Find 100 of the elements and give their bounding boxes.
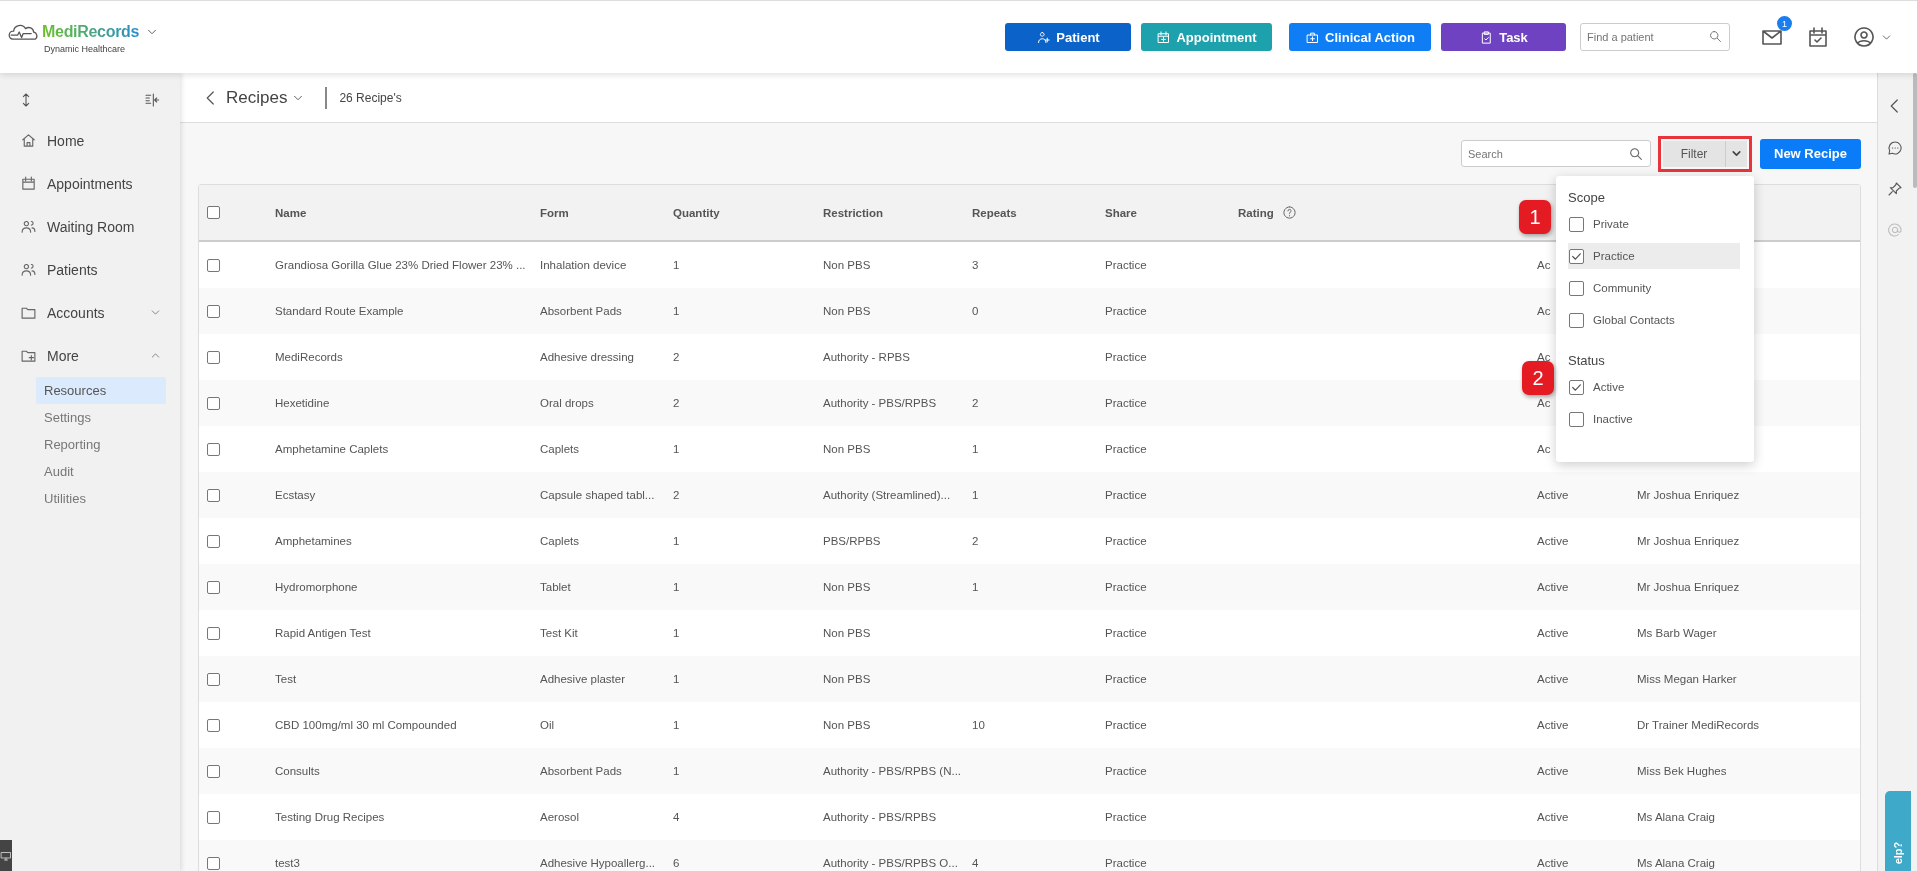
sidebar-subitem[interactable]: Utilities bbox=[36, 485, 166, 512]
option-checkbox[interactable] bbox=[1569, 216, 1584, 232]
sidebar-subitem[interactable]: Settings bbox=[36, 404, 166, 431]
table-cell: Rapid Antigen Test bbox=[275, 627, 371, 639]
table-cell: Mr Joshua Enriquez bbox=[1637, 581, 1740, 593]
sidebar-subitem[interactable]: Reporting bbox=[36, 431, 166, 458]
search-icon bbox=[1708, 29, 1723, 44]
row-checkbox[interactable] bbox=[207, 580, 220, 594]
row-checkbox[interactable] bbox=[207, 810, 220, 824]
sidebar-subitem[interactable]: Audit bbox=[36, 458, 166, 485]
table-cell: Mr Joshua Enriquez bbox=[1637, 535, 1740, 547]
table-cell: Authority - PBS/RPBS (N... bbox=[823, 765, 962, 777]
sidebar-item[interactable]: Patients bbox=[0, 248, 180, 291]
table-cell: 1 bbox=[673, 673, 680, 685]
table-cell: Adhesive plaster bbox=[540, 673, 626, 685]
collapse-menu-icon[interactable] bbox=[144, 92, 160, 108]
chat-bubble-icon[interactable] bbox=[1886, 140, 1903, 156]
option-checkbox[interactable] bbox=[1569, 411, 1584, 427]
table-cell: test3 bbox=[275, 857, 300, 869]
dropdown-caret-button[interactable] bbox=[1725, 140, 1747, 167]
table-cell: Non PBS bbox=[823, 305, 871, 317]
scrollbar-thumb[interactable] bbox=[1913, 73, 1917, 188]
person-plus-icon bbox=[1036, 29, 1052, 45]
filter-option[interactable]: Practice bbox=[1568, 243, 1740, 269]
table-cell: Practice bbox=[1105, 397, 1147, 409]
table-cell: MediRecords bbox=[275, 351, 343, 363]
table-cell: 2 bbox=[673, 397, 680, 409]
filter-button[interactable]: Filter bbox=[1663, 140, 1725, 167]
option-checkbox[interactable] bbox=[1569, 248, 1584, 264]
table-cell: Practice bbox=[1105, 627, 1147, 639]
table-cell: Non PBS bbox=[823, 443, 871, 455]
column-header[interactable]: Name bbox=[275, 206, 307, 219]
table-cell: Authority - RPBS bbox=[823, 351, 910, 363]
table-cell: Practice bbox=[1105, 857, 1147, 869]
table-cell: 1 bbox=[673, 581, 680, 593]
table-cell: Active bbox=[1537, 719, 1569, 731]
filter-option[interactable]: Inactive bbox=[1568, 406, 1740, 432]
table-cell: Ecstasy bbox=[275, 489, 316, 501]
pin-icon[interactable] bbox=[1886, 181, 1903, 197]
select-all-checkbox[interactable] bbox=[207, 206, 220, 219]
table-cell: 1 bbox=[673, 719, 680, 731]
table-cell: Practice bbox=[1105, 305, 1147, 317]
sidebar-item[interactable]: Appointments bbox=[0, 162, 180, 205]
sidebar-item[interactable]: Home bbox=[0, 119, 180, 162]
row-checkbox[interactable] bbox=[207, 442, 220, 456]
row-checkbox[interactable] bbox=[207, 396, 220, 410]
table-cell: Tablet bbox=[540, 581, 571, 593]
quick-action-button[interactable]: Patient bbox=[1005, 23, 1131, 51]
monitor-widget-icon[interactable] bbox=[0, 840, 12, 871]
table-cell: Amphetamines bbox=[275, 535, 352, 547]
brand-subtitle: Dynamic Healthcare bbox=[44, 43, 127, 54]
search-field[interactable]: Search bbox=[1461, 140, 1651, 167]
option-checkbox[interactable] bbox=[1569, 379, 1584, 395]
table-cell: 1 bbox=[673, 443, 680, 455]
row-checkbox[interactable] bbox=[207, 488, 220, 502]
patient-search-field[interactable]: Find a patient bbox=[1580, 23, 1730, 51]
sidebar-item[interactable]: Waiting Room bbox=[0, 205, 180, 248]
column-header[interactable]: Share bbox=[1105, 206, 1137, 219]
filter-option[interactable]: Private bbox=[1568, 211, 1740, 237]
help-icon[interactable] bbox=[1281, 205, 1297, 220]
new-recipe-button[interactable]: New Recipe bbox=[1760, 138, 1861, 169]
row-checkbox[interactable] bbox=[207, 534, 220, 548]
table-cell: Ms Alana Craig bbox=[1637, 811, 1715, 823]
sidebar-item[interactable]: More bbox=[0, 334, 180, 377]
row-checkbox[interactable] bbox=[207, 856, 220, 870]
sidebar-item[interactable]: Accounts bbox=[0, 291, 180, 334]
table-cell: Oil bbox=[540, 719, 555, 731]
row-checkbox[interactable] bbox=[207, 672, 220, 686]
quick-action-button[interactable]: Task bbox=[1441, 23, 1566, 51]
filter-option[interactable]: Active bbox=[1568, 374, 1740, 400]
column-header[interactable]: Restriction bbox=[823, 206, 884, 219]
table-cell: Ac bbox=[1537, 259, 1551, 271]
option-checkbox[interactable] bbox=[1569, 312, 1584, 328]
option-checkbox[interactable] bbox=[1569, 280, 1584, 296]
row-checkbox[interactable] bbox=[207, 258, 220, 272]
quick-action-button[interactable]: Clinical Action bbox=[1289, 23, 1431, 51]
filter-option[interactable]: Community bbox=[1568, 275, 1740, 301]
table-cell: 2 bbox=[673, 351, 680, 363]
table-cell: Active bbox=[1537, 765, 1569, 777]
row-checkbox[interactable] bbox=[207, 350, 220, 364]
row-checkbox[interactable] bbox=[207, 764, 220, 778]
column-header[interactable]: Form bbox=[540, 206, 569, 219]
user-avatar-icon[interactable] bbox=[1852, 25, 1876, 49]
calendar-check-icon[interactable] bbox=[1806, 25, 1830, 49]
row-checkbox[interactable] bbox=[207, 718, 220, 732]
row-checkbox[interactable] bbox=[207, 304, 220, 318]
sidebar-subitem[interactable]: Resources bbox=[36, 377, 166, 404]
table-cell: Absorbent Pads bbox=[540, 765, 622, 777]
table-cell: 2 bbox=[972, 397, 979, 409]
row-checkbox[interactable] bbox=[207, 626, 220, 640]
table-cell: 1 bbox=[673, 627, 680, 639]
column-header[interactable]: Quantity bbox=[673, 206, 720, 219]
column-header[interactable]: Rating bbox=[1238, 206, 1274, 219]
table-cell: Test bbox=[275, 673, 297, 685]
filter-option[interactable]: Global Contacts bbox=[1568, 307, 1740, 333]
table-cell: CBD 100mg/ml 30 ml Compounded bbox=[275, 719, 457, 731]
column-header[interactable]: Repeats bbox=[972, 206, 1017, 219]
table-cell: 6 bbox=[673, 857, 680, 869]
page-title[interactable]: Recipes bbox=[226, 87, 288, 108]
table-cell: Active bbox=[1537, 673, 1569, 685]
